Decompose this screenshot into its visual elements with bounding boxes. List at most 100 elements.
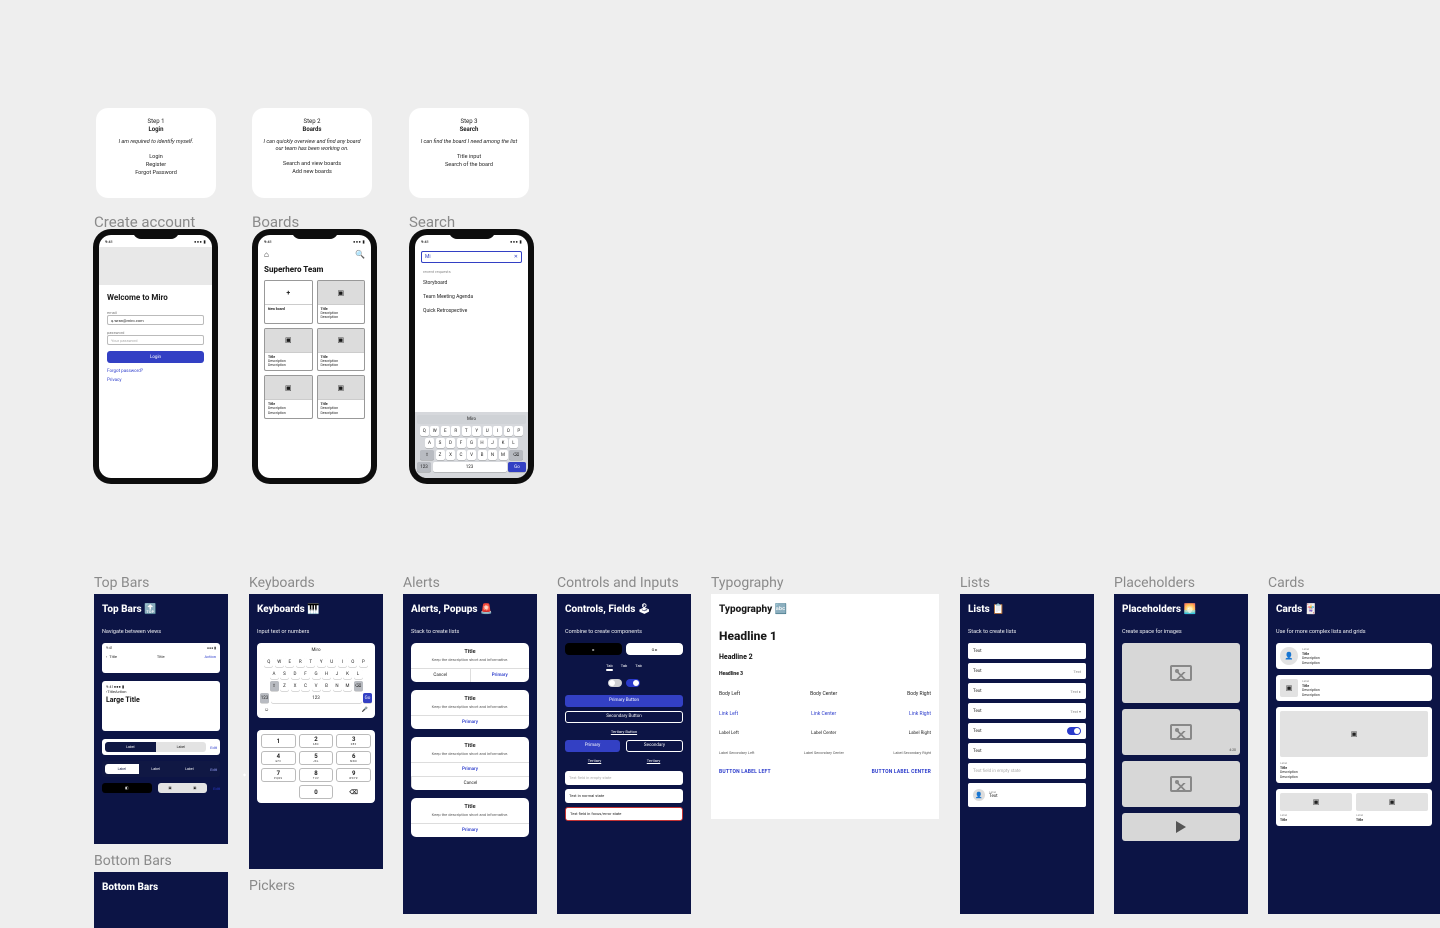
panel-lists[interactable]: Lists 📋 Stack to create lists Text TextT… bbox=[960, 594, 1094, 914]
apple-share-button[interactable]: ▸ bbox=[565, 643, 622, 655]
alert-primary[interactable]: Primary bbox=[470, 669, 530, 682]
board-card[interactable]: ▣ TitleDescriptionDescription bbox=[317, 328, 366, 372]
label-typography: Typography bbox=[711, 575, 783, 591]
list-cell-switch[interactable]: Text bbox=[968, 723, 1086, 739]
shift-key[interactable]: ⇧ bbox=[420, 450, 434, 460]
toggle-off[interactable] bbox=[608, 679, 622, 687]
tab-bar[interactable]: TabTabTab bbox=[565, 663, 683, 671]
backspace-icon: ⌫ bbox=[336, 785, 371, 799]
headline-1: Headline 1 bbox=[719, 629, 931, 643]
panel-bottom-bars[interactable]: Bottom Bars bbox=[94, 872, 228, 928]
label-controls: Controls and Inputs bbox=[557, 575, 679, 591]
list-cell[interactable]: Text bbox=[968, 743, 1086, 759]
home-icon[interactable]: ⌂ bbox=[264, 250, 269, 259]
google-share-button[interactable]: G ▸ bbox=[626, 643, 683, 655]
headline-2: Headline 2 bbox=[719, 653, 931, 661]
keyboard-qwerty[interactable]: Miro QWERTYUIOP ASDFGHJKL ⇧ZXCVBNM⌫ 1231… bbox=[257, 643, 375, 718]
resize-handle-icon[interactable]: ◆ bbox=[243, 772, 246, 777]
image-icon: ▣ bbox=[1356, 793, 1428, 811]
image-placeholder-duration: 4:20 bbox=[1122, 709, 1240, 755]
card-thumb[interactable]: ▣LabelTitleDescriptionDescription bbox=[1276, 675, 1432, 701]
topbar-sample-small: 9:41●●● ▮ ‹TitleTitleAction bbox=[102, 643, 220, 673]
segmented-control-dark[interactable]: LabelLabelLabelEdit bbox=[102, 761, 220, 777]
list-cell-disclosure[interactable]: TextText ▸ bbox=[968, 683, 1086, 699]
card-avatar[interactable]: 👤LabelTitleDescriptionDescription bbox=[1276, 643, 1432, 669]
step-desc: I am required to identify myself. bbox=[104, 139, 208, 146]
label-keyboards: Keyboards bbox=[249, 575, 315, 591]
panel-alerts[interactable]: Alerts, Popups 🚨 Stack to create lists T… bbox=[403, 594, 537, 914]
phone-login[interactable]: 9:41●●● ▮ Welcome to Miro email q.wran@m… bbox=[93, 229, 218, 484]
secondary-button[interactable]: Secondary Button bbox=[565, 711, 683, 723]
panel-keyboards[interactable]: ◆ Keyboards 🎹 Input text or numbers Miro… bbox=[249, 594, 383, 869]
search-result[interactable]: Quick Retrospective bbox=[415, 304, 528, 318]
label-row: Label LeftLabel CenterLabel Right bbox=[719, 731, 931, 736]
alert-cancel[interactable]: Cancel bbox=[411, 669, 470, 682]
login-button[interactable]: Login bbox=[107, 351, 204, 363]
board-card[interactable]: ▣ TitleDescriptionDescription bbox=[317, 375, 366, 419]
list-cell[interactable]: Text bbox=[968, 643, 1086, 659]
clear-icon[interactable]: ✕ bbox=[514, 254, 518, 260]
search-result[interactable]: Team Meeting Agenda bbox=[415, 290, 528, 304]
image-icon: ▣ bbox=[1280, 793, 1352, 811]
privacy-link[interactable]: Privacy bbox=[107, 378, 204, 383]
login-hero bbox=[99, 247, 212, 285]
text-field-error[interactable]: Text field in focus/error state bbox=[565, 807, 683, 821]
panel-typography[interactable]: Typography 🔤 Headline 1 Headline 2 Headl… bbox=[711, 594, 939, 819]
email-field[interactable]: q.wran@miro.com bbox=[107, 315, 204, 325]
search-input[interactable]: Mi ✕ bbox=[421, 251, 522, 263]
phone-notch bbox=[133, 229, 179, 239]
step-number: Step 1 bbox=[104, 118, 208, 126]
headline-3: Headline 3 bbox=[719, 671, 931, 677]
card-large[interactable]: ▣ LabelTitleDescriptionDescription bbox=[1276, 707, 1432, 783]
switch-on[interactable] bbox=[1067, 727, 1081, 735]
segmented-control-light[interactable]: LabelLabelEdit bbox=[102, 739, 220, 755]
step-title: Login bbox=[104, 126, 208, 134]
list-cell[interactable]: TextText ▾ bbox=[968, 703, 1086, 719]
phone-boards[interactable]: 9:41●●● ▮ ⌂ 🔍 Superhero Team + New board… bbox=[252, 229, 377, 484]
image-icon bbox=[1170, 776, 1192, 792]
password-field[interactable]: Your password bbox=[107, 335, 204, 345]
alert-two-buttons: TitleKeep the description short and info… bbox=[411, 643, 529, 682]
keyboard[interactable]: Miro QWERTYUIOP ASDFGHJKL ⇧ ZXCVBNM ⌫ 12… bbox=[415, 412, 528, 478]
primary-button[interactable]: Primary Button bbox=[565, 695, 683, 707]
panel-cards[interactable]: Cards 🃏 Use for more complex lists and g… bbox=[1268, 594, 1440, 914]
link-row: Link LeftLink CenterLink Right bbox=[719, 711, 931, 717]
label-cards: Cards bbox=[1268, 575, 1304, 591]
text-field-normal[interactable]: Text in normal state bbox=[565, 789, 683, 803]
panel-controls[interactable]: Controls, Fields 🕹 Combine to create com… bbox=[557, 594, 691, 914]
back-icon[interactable]: ‹ bbox=[106, 654, 107, 659]
image-icon bbox=[1170, 724, 1192, 740]
list-cell-avatar[interactable]: 👤LabelText bbox=[968, 783, 1086, 807]
list-cell-empty[interactable]: Text field in empty state bbox=[968, 763, 1086, 779]
board-card[interactable]: ▣ TitleDescriptionDescription bbox=[264, 375, 313, 419]
label-placeholders: Placeholders bbox=[1114, 575, 1195, 591]
text-field-empty[interactable]: Text field in empty state bbox=[565, 771, 683, 785]
new-board-card[interactable]: + New board bbox=[264, 280, 313, 324]
mic-icon[interactable]: 🎤 bbox=[362, 707, 368, 713]
label-top-bars: Top Bars bbox=[94, 575, 149, 591]
keyboard-suggestion[interactable]: Miro bbox=[417, 415, 526, 424]
step-bullets: Login Register Forgot Password bbox=[104, 154, 208, 177]
forgot-password-link[interactable]: Forgot password? bbox=[107, 369, 204, 374]
search-icon[interactable]: 🔍 bbox=[355, 250, 365, 259]
board-card[interactable]: ▣ TitleDescriptionDescription bbox=[264, 328, 313, 372]
go-key[interactable]: Go bbox=[508, 462, 526, 472]
numbers-key[interactable]: 123 bbox=[417, 462, 431, 472]
alert-one-button: TitleKeep the description short and info… bbox=[411, 690, 529, 729]
board-card[interactable]: ▣ TitleDescriptionDescription bbox=[317, 280, 366, 324]
keyboard-numpad[interactable]: 12ABC3DEF 4GHI5JKL6MNO 7PQRS8TUV9WXYZ 0⌫ bbox=[257, 730, 375, 803]
video-placeholder[interactable] bbox=[1122, 813, 1240, 841]
space-key[interactable]: 123 bbox=[433, 462, 507, 472]
search-result[interactable]: Storyboard bbox=[415, 276, 528, 290]
toggle-row bbox=[565, 679, 683, 687]
toggle-on[interactable] bbox=[626, 679, 640, 687]
segmented-triple[interactable]: ◧ ▣▣ Edit bbox=[102, 783, 220, 793]
list-cell[interactable]: TextText bbox=[968, 663, 1086, 679]
panel-placeholders[interactable]: Placeholders 🌅 Create space for images 4… bbox=[1114, 594, 1248, 914]
emoji-icon[interactable]: ☺ bbox=[264, 707, 269, 713]
backspace-key[interactable]: ⌫ bbox=[509, 450, 523, 460]
phone-search[interactable]: 9:41●●● ▮ Mi ✕ recent requests Storyboar… bbox=[409, 229, 534, 484]
tertiary-button[interactable]: Tertiary Button bbox=[565, 729, 683, 734]
panel-top-bars[interactable]: Top Bars 🔝 Navigate between views 9:41●●… bbox=[94, 594, 228, 844]
card-grid[interactable]: ▣LabelTitle ▣LabelTitle bbox=[1276, 789, 1432, 826]
